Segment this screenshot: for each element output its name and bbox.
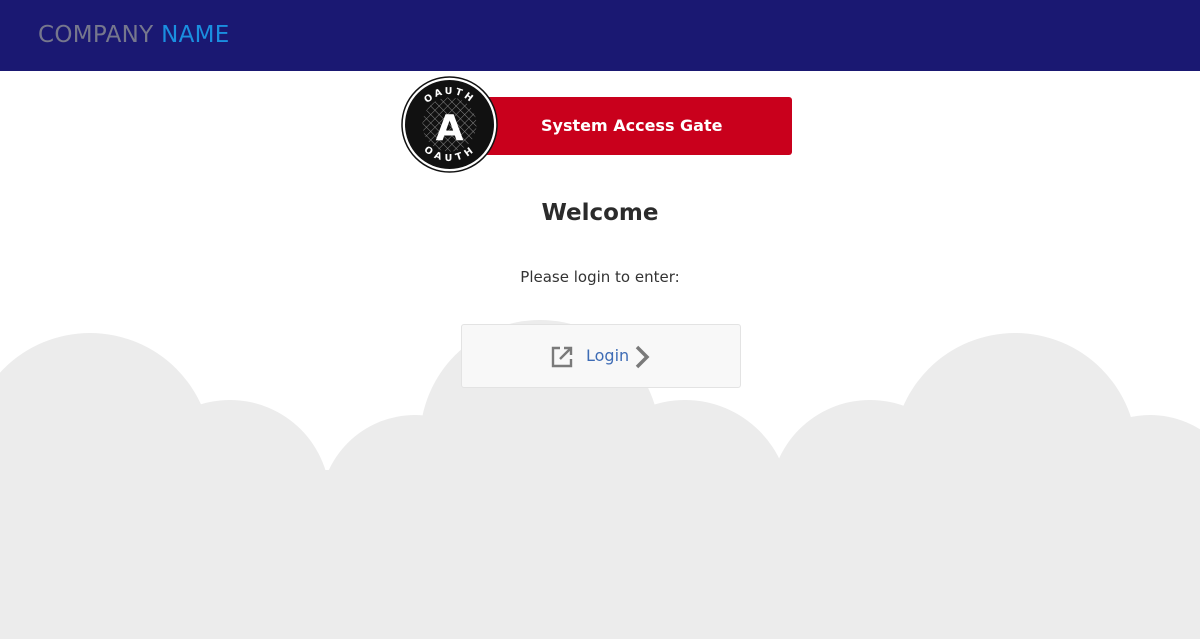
gate-title-banner: System Access Gate (473, 97, 792, 155)
oauth-logo-icon: OAUTH OAUTH A (401, 76, 498, 173)
logo-letter: A (436, 108, 464, 149)
page: COMPANY NAME System Access Gate OAUTH OA… (0, 0, 1200, 639)
login-prompt-text: Please login to enter: (520, 268, 680, 286)
company-logo[interactable]: COMPANY NAME (38, 20, 230, 50)
brand-word-name: NAME (161, 22, 230, 48)
brand-word-company: COMPANY (38, 22, 154, 48)
login-button[interactable]: Login (461, 324, 741, 388)
top-navigation-bar: COMPANY NAME (0, 0, 1200, 71)
welcome-heading: Welcome (541, 200, 659, 226)
external-link-icon (551, 346, 573, 368)
access-gate-header: System Access Gate OAUTH OAUTH A (401, 76, 792, 173)
login-button-label: Login (586, 346, 630, 365)
gate-title: System Access Gate (541, 116, 723, 135)
chevron-right-icon (635, 345, 650, 369)
